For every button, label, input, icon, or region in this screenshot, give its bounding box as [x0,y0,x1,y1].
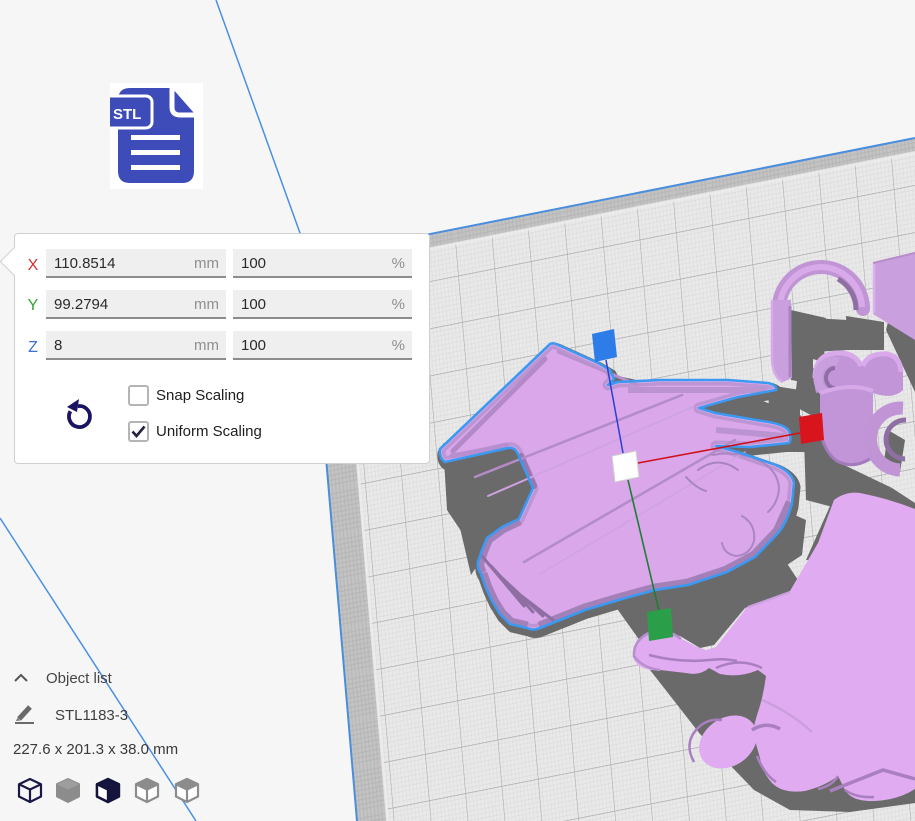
svg-text:STL: STL [113,106,141,123]
